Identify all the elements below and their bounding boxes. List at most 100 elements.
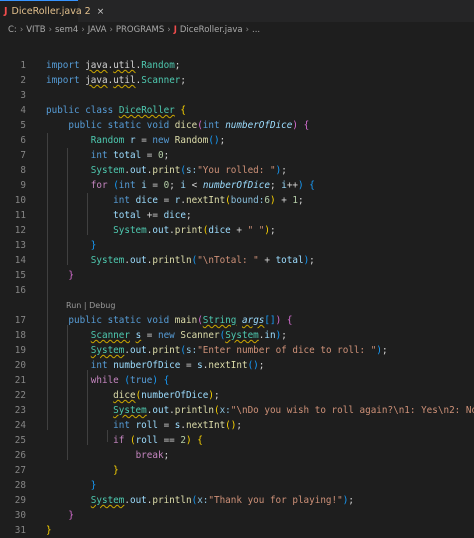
code-text: dice(numberOfDice);: [113, 390, 220, 401]
line-number: 20: [14, 360, 26, 371]
code-line: 11 total += dice;: [0, 208, 474, 223]
code-lens[interactable]: Run | Debug: [0, 298, 474, 313]
code-line: 26 break;: [0, 448, 474, 463]
breadcrumb-item-file[interactable]: DiceRoller.java: [180, 25, 243, 35]
line-number: 27: [14, 465, 26, 476]
breadcrumb-item-programs[interactable]: PROGRAMS: [116, 25, 164, 35]
line-number: 30: [14, 510, 26, 521]
code-line: 23 System.out.println(x:"\nDo you wish t…: [0, 403, 474, 418]
line-number: 3: [20, 90, 26, 101]
code-text: System.out.print(s:"You rolled: ");: [90, 165, 287, 176]
code-line: 31}: [0, 523, 474, 538]
code-text: if (roll == 2) {: [113, 435, 203, 446]
code-line: 16: [0, 283, 474, 298]
breadcrumb: C: › VITB › sem4 › JAVA › PROGRAMS › J D…: [0, 22, 474, 38]
chevron-right-icon: ›: [245, 25, 249, 35]
line-number: 21: [14, 375, 26, 386]
code-text: Scanner s = new Scanner(System.in);: [90, 330, 287, 341]
code-text: for (int i = 0; i < numberOfDice; i++) {: [90, 180, 315, 191]
breadcrumb-item-drive[interactable]: C:: [8, 25, 17, 35]
code-line: 4 public class DiceRoller {: [0, 103, 474, 118]
editor-tab-bar: J DiceRoller.java 2 ×: [0, 0, 474, 23]
code-line: 25 if (roll == 2) {: [0, 433, 474, 448]
line-number: 24: [14, 420, 26, 431]
code-text: import java.util.Scanner;: [46, 75, 186, 86]
code-text: System.out.print(s:"Enter number of dice…: [90, 345, 388, 356]
code-text: break;: [135, 450, 170, 461]
breadcrumb-item-more[interactable]: ...: [252, 25, 260, 35]
line-number: 19: [14, 345, 26, 356]
code-line: 1 import java.util.Random;: [0, 58, 474, 73]
line-number: 25: [14, 435, 26, 446]
line-number: 31: [14, 525, 26, 536]
chevron-right-icon: ›: [109, 25, 113, 35]
code-line: 7 int total = 0;: [0, 148, 474, 163]
line-number: 2: [20, 75, 26, 86]
line-number: 1: [20, 60, 26, 71]
code-editor[interactable]: 1 import java.util.Random; 2 import java.u…: [0, 58, 474, 538]
line-number: 28: [14, 480, 26, 491]
breadcrumb-item-sem4[interactable]: sem4: [55, 25, 78, 35]
code-text: System.out.println(x:"\nDo you wish to r…: [113, 405, 474, 416]
code-text: public static void dice(int numberOfDice…: [68, 120, 310, 131]
code-text: System.out.println("\nTotal: " + total);: [90, 255, 315, 266]
code-line: 14 System.out.println("\nTotal: " + tota…: [0, 253, 474, 268]
tab-diceroller-java[interactable]: J DiceRoller.java 2 ×: [0, 0, 104, 22]
line-number: 29: [14, 495, 26, 506]
line-number: 26: [14, 450, 26, 461]
java-file-icon: J: [4, 6, 8, 17]
code-line: 24 int roll = s.nextInt();: [0, 418, 474, 433]
code-line: 6 Random r = new Random();: [0, 133, 474, 148]
line-number: 10: [14, 195, 26, 206]
line-number: 4: [20, 105, 26, 116]
breadcrumb-item-vitb[interactable]: VITB: [26, 25, 45, 35]
code-text: }: [90, 480, 97, 491]
line-number: 18: [14, 330, 26, 341]
line-number: 13: [14, 240, 26, 251]
code-text: int numberOfDice = s.nextInt();: [90, 360, 265, 371]
code-text: public static void main(String args[]) {: [68, 315, 293, 326]
line-number: 8: [20, 165, 26, 176]
line-number: 16: [14, 285, 26, 296]
problem-count-badge: 2: [84, 6, 91, 17]
line-number: 22: [14, 390, 26, 401]
code-line: 29 System.out.println(x:"Thank you for p…: [0, 493, 474, 508]
run-debug-lens[interactable]: Run | Debug: [66, 298, 115, 313]
code-text: }: [68, 270, 74, 281]
line-number: 12: [14, 225, 26, 236]
close-icon[interactable]: ×: [97, 7, 105, 17]
code-line: 30 }: [0, 508, 474, 523]
code-line: 10 int dice = r.nextInt(bound:6) + 1;: [0, 193, 474, 208]
code-line: 9 for (int i = 0; i < numberOfDice; i++)…: [0, 178, 474, 193]
code-line: 3: [0, 88, 474, 103]
code-line: 27 }: [0, 463, 474, 478]
line-number: 23: [14, 405, 26, 416]
code-line: 8 System.out.print(s:"You rolled: ");: [0, 163, 474, 178]
code-text: Random r = new Random();: [90, 135, 226, 146]
code-text: while (true) {: [90, 375, 170, 386]
line-number: 5: [20, 120, 26, 131]
code-text: total += dice;: [113, 210, 192, 221]
java-file-icon: J: [173, 25, 177, 35]
code-line: 21 while (true) {: [0, 373, 474, 388]
chevron-right-icon: ›: [48, 25, 52, 35]
line-number: 9: [20, 180, 26, 191]
code-text: int dice = r.nextInt(bound:6) + 1;: [113, 195, 304, 206]
code-text: System.out.println(x:"Thank you for play…: [90, 495, 354, 506]
code-line: 12 System.out.print(dice + " ");: [0, 223, 474, 238]
code-text: import java.util.Random;: [46, 60, 181, 71]
code-line: 5 public static void dice(int numberOfDi…: [0, 118, 474, 133]
line-number: 14: [14, 255, 26, 266]
code-line: 19 System.out.print(s:"Enter number of d…: [0, 343, 474, 358]
code-text: public class DiceRoller {: [46, 105, 187, 116]
code-text: }: [90, 240, 97, 251]
breadcrumb-item-java[interactable]: JAVA: [88, 25, 107, 35]
line-number: 11: [14, 210, 26, 221]
code-line: 17 public static void main(String args[]…: [0, 313, 474, 328]
code-line: 20 int numberOfDice = s.nextInt();: [0, 358, 474, 373]
line-number: 17: [14, 315, 26, 326]
line-number: 7: [20, 150, 26, 161]
line-number: 15: [14, 270, 26, 281]
code-line: 28 }: [0, 478, 474, 493]
code-text: }: [68, 510, 74, 521]
